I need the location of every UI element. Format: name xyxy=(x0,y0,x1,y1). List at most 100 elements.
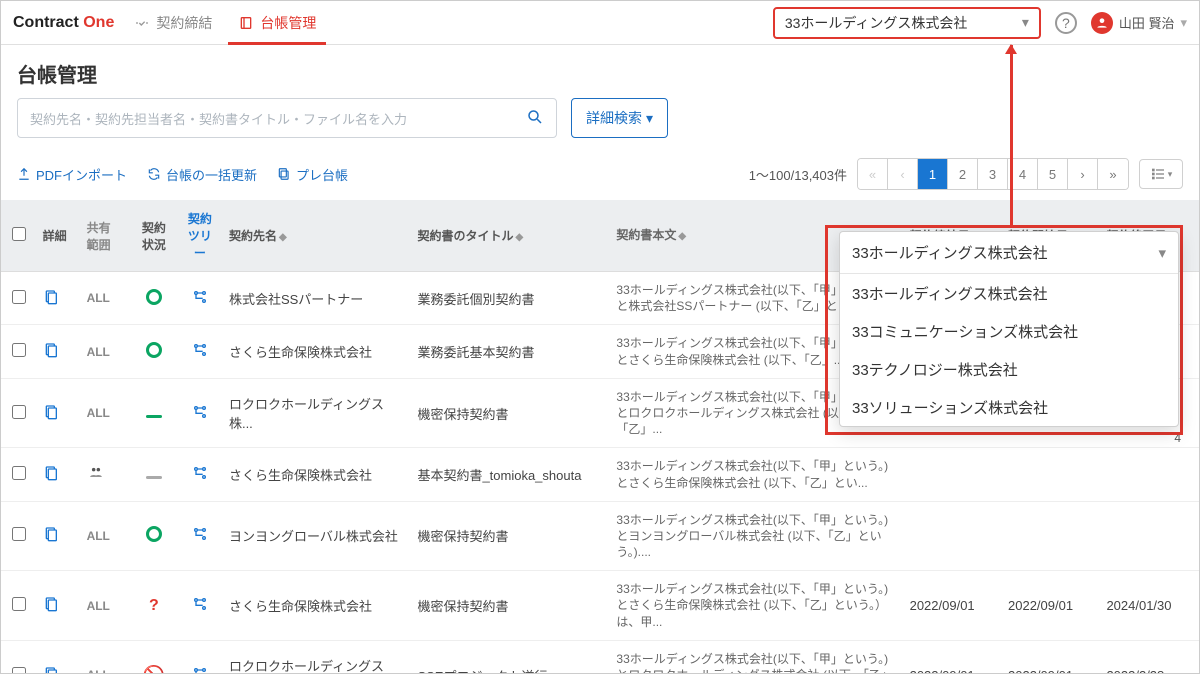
row-checkbox[interactable] xyxy=(12,466,26,480)
detail-icon[interactable] xyxy=(43,404,59,420)
search-icon[interactable] xyxy=(526,108,544,129)
pager-btn-2[interactable]: 2 xyxy=(948,159,978,189)
status-ok-icon xyxy=(146,342,162,358)
col-detail[interactable]: 詳細 xyxy=(37,200,81,272)
cell-d3: 2023/2/28 xyxy=(1100,640,1199,674)
org-option[interactable]: 33ソリューションズ株式会社 xyxy=(840,388,1178,426)
view-toggle[interactable]: ▾ xyxy=(1139,159,1183,189)
org-option[interactable]: 33テクノロジー株式会社 xyxy=(840,350,1178,388)
cell-d2: 2022/09/01 xyxy=(1002,571,1100,641)
nav-ledger[interactable]: 台帳管理 xyxy=(232,1,322,45)
org-option[interactable]: 33ホールディングス株式会社 xyxy=(840,274,1178,312)
tree-icon[interactable] xyxy=(192,408,208,423)
col-name[interactable]: 契約先名◆ xyxy=(223,200,411,272)
search-placeholder: 契約先名・契約先担当者名・契約書タイトル・ファイル名を入力 xyxy=(30,109,407,128)
cell-title: SSEプロジェクト遂行... xyxy=(411,640,610,674)
cell-d1 xyxy=(904,501,1002,571)
chevron-down-icon: ▾ xyxy=(1180,15,1187,31)
row-checkbox[interactable] xyxy=(12,597,26,611)
pager-btn-5[interactable]: 5 xyxy=(1038,159,1068,189)
tree-icon[interactable] xyxy=(192,469,208,484)
cell-body: 33ホールディングス株式会社(以下、「甲」という。)とさくら生命保険株式会社 (… xyxy=(610,571,903,641)
page-title: 台帳管理 xyxy=(1,45,1199,98)
app-frame: Contract One 契約締結 台帳管理 33ホールディングス株式会社 ▾ … xyxy=(0,0,1200,674)
detail-icon[interactable] xyxy=(43,666,59,674)
tree-icon[interactable] xyxy=(192,600,208,615)
cell-name: 株式会社SSパートナー xyxy=(223,272,411,325)
table-row[interactable]: ALLヨンヨングローバル株式会社機密保持契約書33ホールディングス株式会社(以下… xyxy=(1,501,1199,571)
copy-icon xyxy=(277,167,291,181)
pager-btn-›[interactable]: › xyxy=(1068,159,1098,189)
cell-d3 xyxy=(1100,501,1199,571)
status-dash-icon xyxy=(146,415,162,418)
cell-body: 33ホールディングス株式会社(以下、「甲」という。)とさくら生命保険株式会社 (… xyxy=(610,448,903,501)
cell-d1 xyxy=(904,448,1002,501)
row-checkbox[interactable] xyxy=(12,290,26,304)
cell-name: さくら生命保険株式会社 xyxy=(223,448,411,501)
pager-btn-3[interactable]: 3 xyxy=(978,159,1008,189)
cell-title: 業務委託個別契約書 xyxy=(411,272,610,325)
table-row[interactable]: さくら生命保険株式会社基本契約書_tomioka_shouta33ホールディング… xyxy=(1,448,1199,501)
nav-contract[interactable]: 契約締結 xyxy=(128,1,218,45)
col-title[interactable]: 契約書のタイトル◆ xyxy=(411,200,610,272)
share-all: ALL xyxy=(87,529,110,543)
pager-btn-1[interactable]: 1 xyxy=(918,159,948,189)
row-checkbox[interactable] xyxy=(12,405,26,419)
org-option[interactable]: 33コミュニケーションズ株式会社 xyxy=(840,312,1178,350)
user-menu[interactable]: 山田 賢治 ▾ xyxy=(1091,12,1187,34)
topbar: Contract One 契約締結 台帳管理 33ホールディングス株式会社 ▾ … xyxy=(1,1,1199,45)
bulk-update-link[interactable]: 台帳の一括更新 xyxy=(147,165,257,184)
pager-btn-«[interactable]: « xyxy=(858,159,888,189)
cell-d2 xyxy=(1002,501,1100,571)
help-button[interactable]: ? xyxy=(1055,12,1077,34)
select-all-checkbox[interactable] xyxy=(12,227,26,241)
cell-title: 業務委託基本契約書 xyxy=(411,325,610,378)
group-icon xyxy=(87,466,105,483)
advanced-search-button[interactable]: 詳細検索 ▾ xyxy=(571,98,668,138)
table-row[interactable]: ALL🚫ロクロクホールディングス株...SSEプロジェクト遂行...33ホールデ… xyxy=(1,640,1199,674)
col-tree[interactable]: 契約 ツリー xyxy=(177,200,223,272)
org-select-value: 33ホールディングス株式会社 xyxy=(785,13,968,33)
pre-ledger-link[interactable]: プレ台帳 xyxy=(277,165,348,184)
detail-icon[interactable] xyxy=(43,289,59,305)
search-row: 契約先名・契約先担当者名・契約書タイトル・ファイル名を入力 詳細検索 ▾ xyxy=(1,98,1199,152)
pager-btn-‹[interactable]: ‹ xyxy=(888,159,918,189)
row-checkbox[interactable] xyxy=(12,343,26,357)
detail-icon[interactable] xyxy=(43,342,59,358)
detail-icon[interactable] xyxy=(43,526,59,542)
pager-btn-»[interactable]: » xyxy=(1098,159,1128,189)
status-ok-icon xyxy=(146,289,162,305)
col-share[interactable]: 共有 範囲 xyxy=(81,200,131,272)
grid-icon xyxy=(1150,166,1166,182)
tree-icon[interactable] xyxy=(192,346,208,361)
tree-icon[interactable] xyxy=(192,670,208,674)
cell-d3: 2024/01/30 xyxy=(1100,571,1199,641)
cell-name: ロクロクホールディングス株... xyxy=(223,378,411,448)
detail-icon[interactable] xyxy=(43,596,59,612)
chevron-down-icon: ▾ xyxy=(1168,169,1173,180)
status-dash-icon xyxy=(146,476,162,479)
upload-icon xyxy=(17,167,31,181)
cell-d3 xyxy=(1100,448,1199,501)
cell-body: 33ホールディングス株式会社(以下、「甲」という。)とロクロクホールディングス株… xyxy=(610,640,903,674)
share-all: ALL xyxy=(87,668,110,674)
nav-contract-label: 契約締結 xyxy=(156,13,212,33)
cell-body: 33ホールディングス株式会社(以下、「甲」という。)とヨンヨングローバル株式会社… xyxy=(610,501,903,571)
tree-icon[interactable] xyxy=(192,293,208,308)
book-icon xyxy=(238,15,254,31)
cell-title: 機密保持契約書 xyxy=(411,501,610,571)
row-checkbox[interactable] xyxy=(12,527,26,541)
col-status[interactable]: 契約 状況 xyxy=(131,200,177,272)
share-all: ALL xyxy=(87,345,110,359)
pdf-import-link[interactable]: PDFインポート xyxy=(17,165,127,184)
search-input[interactable]: 契約先名・契約先担当者名・契約書タイトル・ファイル名を入力 xyxy=(17,98,557,138)
detail-icon[interactable] xyxy=(43,465,59,481)
org-select[interactable]: 33ホールディングス株式会社 ▾ xyxy=(773,7,1041,39)
org-dropdown-selected[interactable]: 33ホールディングス株式会社 ▾ xyxy=(840,232,1178,274)
tree-icon[interactable] xyxy=(192,530,208,545)
row-checkbox[interactable] xyxy=(12,667,26,674)
cell-d1: 2022/09/01 xyxy=(904,571,1002,641)
table-row[interactable]: ALL?さくら生命保険株式会社機密保持契約書33ホールディングス株式会社(以下、… xyxy=(1,571,1199,641)
cell-d1: 2022/09/01 xyxy=(904,640,1002,674)
share-all: ALL xyxy=(87,291,110,305)
